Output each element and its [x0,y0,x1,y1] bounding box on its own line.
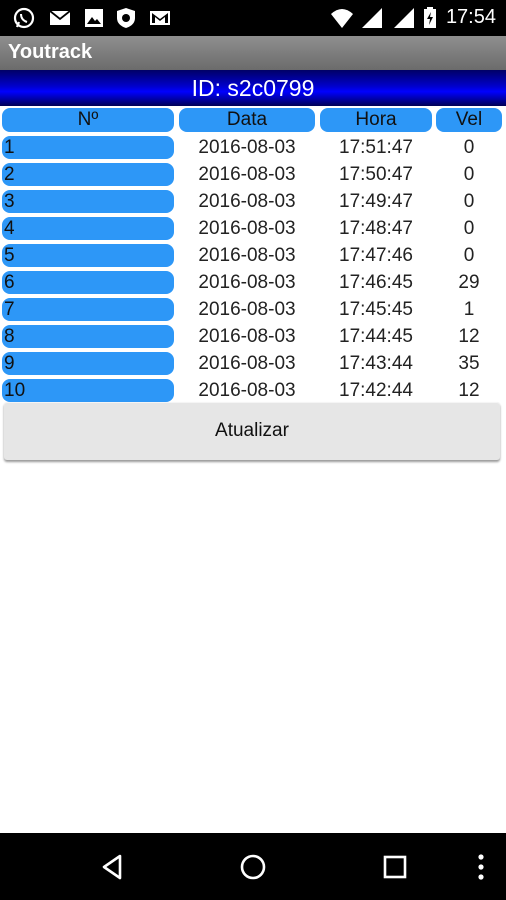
row-time: 17:49:47 [339,191,413,212]
header-time: Hora [320,108,432,132]
recents-icon[interactable] [380,852,410,882]
table-row[interactable]: 8 2016-08-03 17:44:45 12 [0,324,506,351]
row-date: 2016-08-03 [198,218,296,239]
gmail-icon [150,11,170,25]
row-date: 2016-08-03 [198,164,296,185]
device-id-label: ID: s2c0799 [191,75,315,101]
row-date: 2016-08-03 [198,326,296,347]
signal-icon [362,8,382,28]
table-row[interactable]: 1 2016-08-03 17:51:47 0 [0,135,506,162]
wifi-icon [331,9,353,28]
row-number: 3 [2,190,174,213]
row-date: 2016-08-03 [198,272,296,293]
device-id-bar: ID: s2c0799 [0,70,506,106]
header-speed: Vel [436,108,502,132]
email-icon [49,10,71,25]
row-speed: 0 [463,164,475,185]
clock: 17:54 [445,6,496,28]
row-speed: 0 [463,137,475,158]
row-speed: 35 [458,353,480,374]
header-number: Nº [2,108,174,132]
app-title: Youtrack [8,41,93,63]
row-time: 17:50:47 [339,164,413,185]
row-time: 17:45:45 [339,299,413,320]
table-row[interactable]: 3 2016-08-03 17:49:47 0 [0,189,506,216]
header-date: Data [179,108,315,132]
row-number: 10 [2,379,174,402]
row-number: 4 [2,217,174,240]
app-bar: Youtrack [0,36,506,70]
battery-charging-icon [424,7,436,28]
row-number: 6 [2,271,174,294]
home-icon[interactable] [238,852,268,882]
row-time: 17:42:44 [339,380,413,401]
row-number: 8 [2,325,174,348]
row-speed: 1 [463,299,475,320]
signal-icon [394,8,414,28]
whatsapp-icon [13,7,35,29]
more-options-icon[interactable] [466,852,496,882]
status-bar: 17:54 [0,0,506,36]
row-date: 2016-08-03 [198,299,296,320]
row-speed: 0 [463,245,475,266]
table-row[interactable]: 10 2016-08-03 17:42:44 12 [0,378,506,405]
row-date: 2016-08-03 [198,380,296,401]
row-number: 7 [2,298,174,321]
image-icon [85,9,103,27]
row-number: 5 [2,244,174,267]
row-time: 17:48:47 [339,218,413,239]
row-time: 17:46:45 [339,272,413,293]
navigation-bar [0,833,506,900]
table-row[interactable]: 5 2016-08-03 17:47:46 0 [0,243,506,270]
table-row[interactable]: 7 2016-08-03 17:45:45 1 [0,297,506,324]
row-time: 17:47:46 [339,245,413,266]
refresh-button[interactable]: Atualizar [4,402,500,460]
back-icon[interactable] [98,852,128,882]
row-number: 2 [2,163,174,186]
row-time: 17:44:45 [339,326,413,347]
row-date: 2016-08-03 [198,245,296,266]
table-row[interactable]: 2 2016-08-03 17:50:47 0 [0,162,506,189]
row-date: 2016-08-03 [198,353,296,374]
row-speed: 29 [458,272,480,293]
row-speed: 12 [458,326,480,347]
row-speed: 0 [463,191,475,212]
row-speed: 0 [463,218,475,239]
row-date: 2016-08-03 [198,191,296,212]
table-row[interactable]: 6 2016-08-03 17:46:45 29 [0,270,506,297]
row-number: 1 [2,136,174,159]
row-time: 17:43:44 [339,353,413,374]
row-number: 9 [2,352,174,375]
table-row[interactable]: 4 2016-08-03 17:48:47 0 [0,216,506,243]
row-speed: 12 [458,380,480,401]
table-row[interactable]: 9 2016-08-03 17:43:44 35 [0,351,506,378]
shield-icon [117,8,135,28]
row-date: 2016-08-03 [198,137,296,158]
row-time: 17:51:47 [339,137,413,158]
